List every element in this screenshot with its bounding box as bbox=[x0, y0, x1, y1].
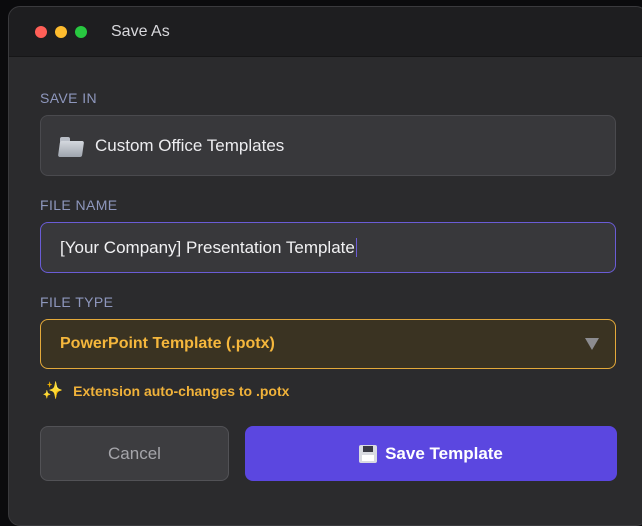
file-name-input[interactable]: [Your Company] Presentation Template bbox=[40, 222, 616, 273]
text-caret bbox=[355, 238, 357, 257]
close-window-button[interactable] bbox=[35, 25, 47, 38]
window-title: Save As bbox=[111, 22, 170, 40]
save-in-folder-name: Custom Office Templates bbox=[95, 135, 285, 155]
title-bar[interactable]: Save As bbox=[9, 7, 642, 57]
hint-text: Extension auto-changes to .potx bbox=[73, 383, 290, 399]
save-as-dialog: Save As SAVE IN Custom Office Templates … bbox=[8, 6, 642, 526]
minimize-window-button[interactable] bbox=[55, 25, 67, 38]
folder-icon bbox=[57, 135, 85, 157]
sparkle-icon: ✨ bbox=[42, 381, 64, 400]
save-in-label: SAVE IN bbox=[40, 90, 98, 106]
file-type-label: FILE TYPE bbox=[40, 294, 114, 310]
save-template-button[interactable]: Save Template bbox=[245, 426, 617, 481]
extension-hint: ✨ Extension auto-changes to .potx bbox=[42, 381, 289, 401]
file-type-selected: PowerPoint Template (.potx) bbox=[60, 335, 275, 352]
file-name-value: [Your Company] Presentation Template bbox=[60, 237, 355, 257]
file-type-dropdown[interactable]: PowerPoint Template (.potx) bbox=[40, 319, 616, 369]
maximize-window-button[interactable] bbox=[75, 25, 87, 38]
file-name-label: FILE NAME bbox=[40, 197, 118, 213]
cancel-button[interactable]: Cancel bbox=[40, 426, 229, 481]
dropdown-triangle-icon bbox=[585, 338, 599, 350]
save-in-folder-selector[interactable]: Custom Office Templates bbox=[40, 115, 616, 176]
save-template-button-label: Save Template bbox=[385, 443, 503, 463]
cancel-button-label: Cancel bbox=[108, 443, 161, 463]
floppy-disk-icon bbox=[359, 444, 378, 463]
